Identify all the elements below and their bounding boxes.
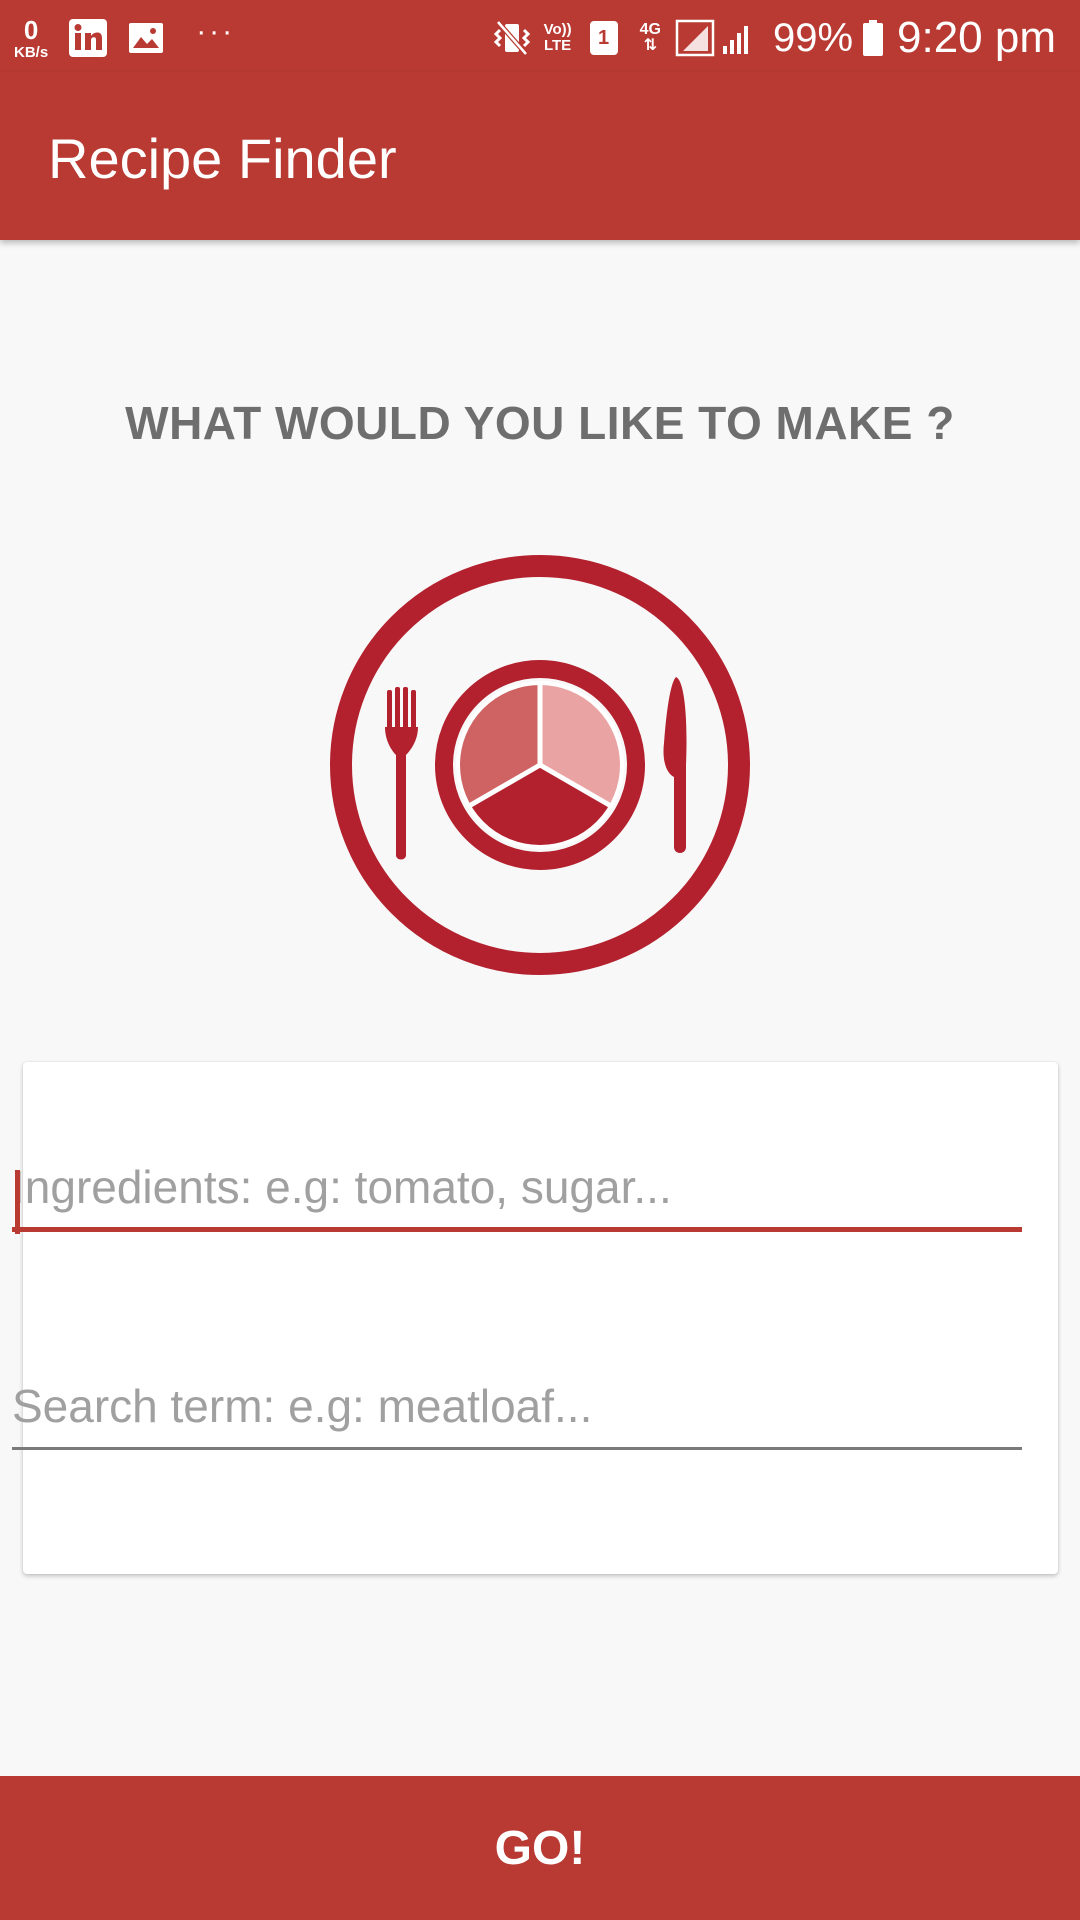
network-speed: 0 KB/s	[14, 17, 48, 60]
battery-icon	[861, 18, 885, 58]
search-term-input[interactable]	[12, 1370, 1022, 1450]
lte-label: LTE	[543, 37, 572, 54]
vibrate-icon	[492, 18, 532, 58]
app-bar: Recipe Finder	[0, 72, 1080, 240]
linkedin-icon	[68, 18, 108, 58]
volte-indicator: Vo)) LTE	[544, 22, 572, 54]
network-speed-unit: KB/s	[14, 43, 49, 61]
network-type: 4G ⇅	[640, 22, 661, 54]
ingredients-field[interactable]	[12, 1152, 1022, 1234]
status-right: Vo)) LTE 1 4G ⇅ 99% 9:20 pm	[492, 10, 1056, 66]
app-title: Recipe Finder	[48, 127, 397, 190]
battery-percent: 99%	[772, 15, 854, 60]
recipe-finder-screen: 0 KB/s ··· Vo)) LTE 1 4G ⇅ 99% 9:20 pm R…	[0, 0, 1080, 1920]
go-button[interactable]: GO!	[0, 1776, 1080, 1920]
status-left: 0 KB/s ···	[14, 10, 235, 66]
more-notifications-icon: ···	[196, 15, 236, 48]
page-headline: WHAT WOULD YOU LIKE TO MAKE ?	[125, 397, 955, 449]
search-term-field[interactable]	[12, 1370, 1022, 1450]
data-arrows-icon: ⇅	[643, 37, 657, 54]
gallery-icon	[126, 18, 166, 58]
volte-label: Vo))	[543, 21, 572, 39]
status-bar: 0 KB/s ··· Vo)) LTE 1 4G ⇅ 99% 9:20 pm	[0, 0, 1080, 72]
ingredients-input[interactable]	[12, 1152, 1022, 1232]
sim-slot-badge: 1	[589, 21, 618, 55]
signal-icon	[675, 18, 755, 58]
text-cursor	[15, 1170, 20, 1234]
plate-fork-knife-icon	[330, 555, 750, 975]
network-type-label: 4G	[639, 21, 661, 38]
search-card	[23, 1062, 1058, 1574]
network-speed-value: 0	[23, 14, 39, 45]
clock: 9:20 pm	[897, 13, 1056, 62]
